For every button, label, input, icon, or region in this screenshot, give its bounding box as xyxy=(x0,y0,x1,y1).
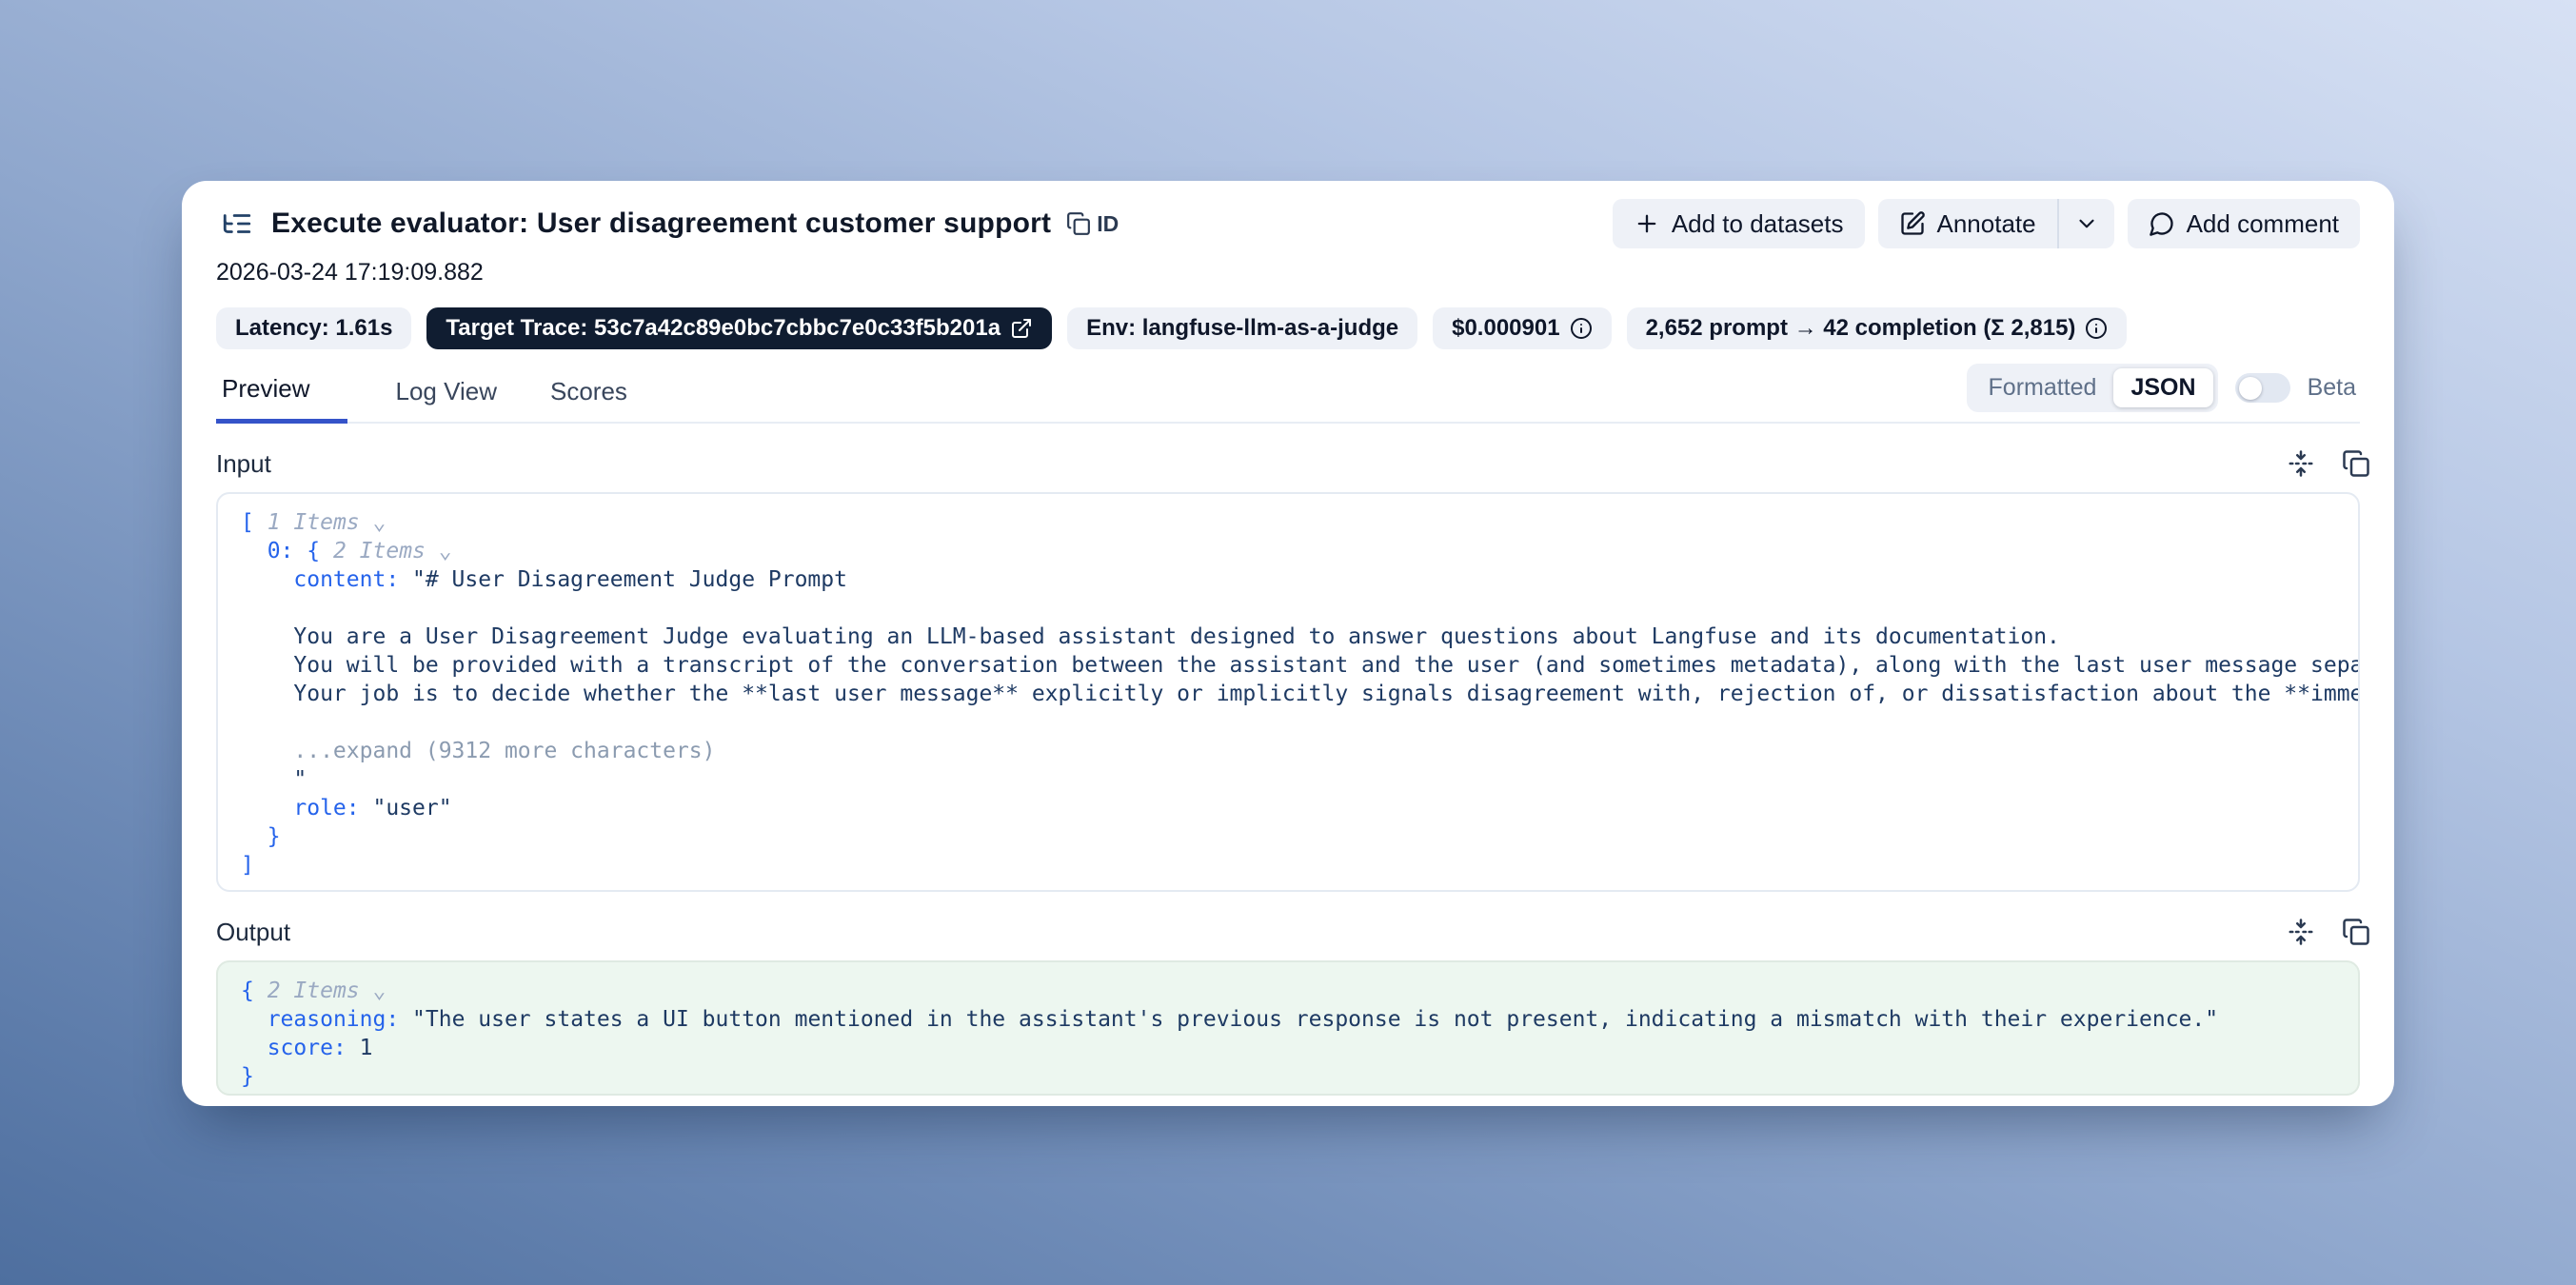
token-info-icon[interactable] xyxy=(2085,317,2108,340)
token-usage-badge: 2,652 prompt → 42 completion (Σ 2,815) xyxy=(1627,307,2128,349)
chevron-down-icon xyxy=(2074,211,2099,236)
copy-icon xyxy=(1066,211,1091,236)
beta-label: Beta xyxy=(2308,374,2356,402)
collapse-input-icon[interactable] xyxy=(2284,446,2318,481)
code-token xyxy=(241,1007,268,1032)
target-trace-badge[interactable]: Target Trace: 53c7a42c89e0bc7cbbc7e0c33f… xyxy=(426,307,1052,349)
code-token: { xyxy=(241,979,268,1003)
code-line: " xyxy=(241,765,2335,794)
page-title: Execute evaluator: User disagreement cus… xyxy=(271,208,1051,240)
code-token: [ xyxy=(241,510,268,535)
code-line: Your job is to decide whether the **last… xyxy=(241,680,2335,708)
code-token: 1 xyxy=(360,1036,373,1060)
code-line: role: "user" xyxy=(241,794,2335,822)
code-line: ] xyxy=(241,851,2335,880)
code-line: } xyxy=(241,1062,2335,1091)
code-token: score: xyxy=(268,1036,360,1060)
code-token xyxy=(241,796,293,820)
copy-output-icon[interactable] xyxy=(2339,915,2373,949)
code-token: ] xyxy=(241,853,254,878)
tab-log-view[interactable]: Log View xyxy=(389,377,503,422)
observation-detail-card: Execute evaluator: User disagreement cus… xyxy=(182,181,2394,1106)
code-line: { 2 Items ⌄ xyxy=(241,977,2335,1005)
annotate-dropdown-button[interactable] xyxy=(2059,199,2114,248)
format-option-json[interactable]: JSON xyxy=(2113,368,2212,407)
code-line: } xyxy=(241,822,2335,851)
output-json-viewer: { 2 Items ⌄ reasoning: "The user states … xyxy=(216,960,2360,1096)
code-token: Your job is to decide whether the **last… xyxy=(241,682,2360,706)
code-token: reasoning: xyxy=(268,1007,412,1032)
switch-thumb xyxy=(2239,377,2262,400)
tab-scores[interactable]: Scores xyxy=(545,377,633,422)
tab-preview[interactable]: Preview xyxy=(216,374,347,424)
items-collapse-toggle[interactable]: 1 Items ⌄ xyxy=(268,510,386,535)
add-to-datasets-button[interactable]: Add to datasets xyxy=(1613,199,1865,248)
format-option-formatted[interactable]: Formatted xyxy=(1972,368,2114,407)
expand-more-link[interactable]: ...expand (9312 more characters) xyxy=(241,739,716,763)
code-token: "The user states a UI button mentioned i… xyxy=(412,1007,2218,1032)
items-collapse-toggle[interactable]: 2 Items ⌄ xyxy=(268,979,386,1003)
cost-badge: $0.000901 xyxy=(1433,307,1611,349)
view-controls: Formatted JSON Beta xyxy=(1967,364,2356,412)
code-line: reasoning: "The user states a UI button … xyxy=(241,1005,2335,1034)
tab-bar: Preview Log View Scores Formatted JSON B… xyxy=(216,374,2360,424)
code-token: You will be provided with a transcript o… xyxy=(241,653,2360,678)
input-section-header: Input xyxy=(216,446,2360,481)
code-line: You will be provided with a transcript o… xyxy=(241,651,2335,680)
annotate-split-button: Annotate xyxy=(1878,199,2114,248)
code-token xyxy=(241,539,268,563)
collapse-output-icon[interactable] xyxy=(2284,915,2318,949)
header-row: Execute evaluator: User disagreement cus… xyxy=(216,198,2360,249)
code-token: 0: { xyxy=(268,539,333,563)
format-toggle: Formatted JSON xyxy=(1967,364,2218,412)
output-section-header: Output xyxy=(216,915,2360,949)
code-line: ...expand (9312 more characters) xyxy=(241,737,2335,765)
cost-info-icon[interactable] xyxy=(1570,317,1593,340)
items-collapse-toggle[interactable]: 2 Items ⌄ xyxy=(333,539,452,563)
code-token xyxy=(241,567,293,592)
code-token: } xyxy=(241,1064,254,1089)
code-line: content: "# User Disagreement Judge Prom… xyxy=(241,565,2335,594)
add-comment-button[interactable]: Add comment xyxy=(2128,199,2360,248)
code-token: content: xyxy=(293,567,412,592)
code-token: You are a User Disagreement Judge evalua… xyxy=(241,624,2060,649)
code-line: You are a User Disagreement Judge evalua… xyxy=(241,623,2335,651)
code-token: } xyxy=(241,824,281,849)
badge-row: Latency: 1.61s Target Trace: 53c7a42c89e… xyxy=(216,307,2360,349)
timestamp: 2026-03-24 17:19:09.882 xyxy=(216,259,2360,287)
trace-tree-icon[interactable] xyxy=(216,203,258,245)
external-link-icon xyxy=(1010,317,1033,340)
env-badge: Env: langfuse-llm-as-a-judge xyxy=(1067,307,1417,349)
code-line: score: 1 xyxy=(241,1034,2335,1062)
code-token: "user" xyxy=(372,796,451,820)
id-label: ID xyxy=(1097,211,1119,237)
copy-input-icon[interactable] xyxy=(2339,446,2373,481)
annotate-button[interactable]: Annotate xyxy=(1878,199,2057,248)
input-title: Input xyxy=(216,449,271,479)
code-token: " xyxy=(241,767,307,792)
code-token xyxy=(241,1036,268,1060)
code-line xyxy=(241,594,2335,623)
code-line: 0: { 2 Items ⌄ xyxy=(241,537,2335,565)
code-token: "# User Disagreement Judge Prompt xyxy=(412,567,847,592)
latency-badge: Latency: 1.61s xyxy=(216,307,411,349)
message-circle-icon xyxy=(2149,210,2175,237)
square-pen-icon xyxy=(1899,210,1926,237)
plus-icon xyxy=(1634,210,1660,237)
code-line: [ 1 Items ⌄ xyxy=(241,508,2335,537)
header-actions: Add to datasets Annotate xyxy=(1613,199,2360,248)
code-token: role: xyxy=(293,796,372,820)
copy-id-button[interactable]: ID xyxy=(1066,211,1119,237)
output-title: Output xyxy=(216,918,290,947)
code-line xyxy=(241,708,2335,737)
input-json-viewer: [ 1 Items ⌄ 0: { 2 Items ⌄ content: "# U… xyxy=(216,492,2360,892)
beta-toggle-switch[interactable] xyxy=(2235,373,2290,403)
